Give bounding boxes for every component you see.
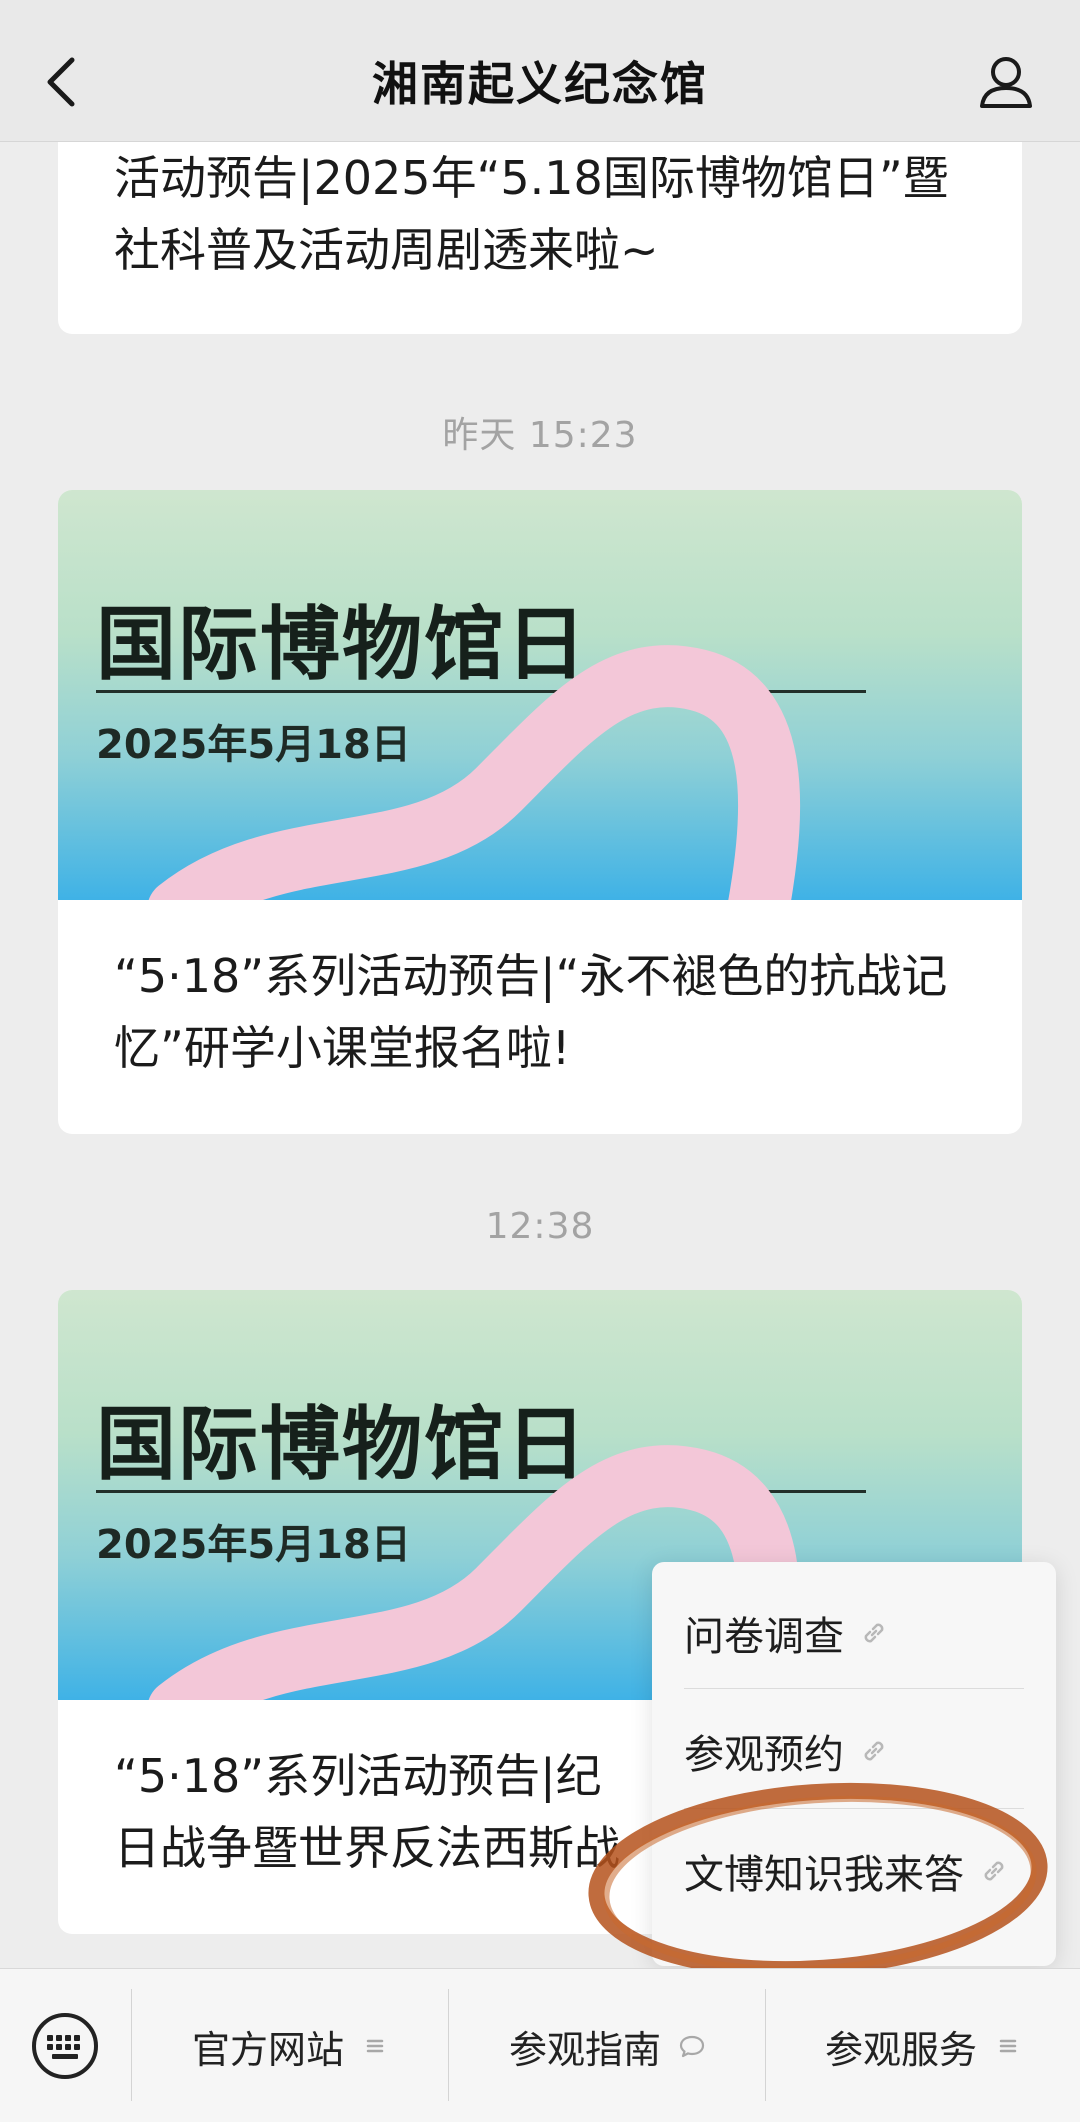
menu-divider <box>684 1808 1024 1809</box>
menu-label: 官方网站 <box>191 2027 344 2072</box>
submenu-popup: 问卷调查 参观预约 文博知识我来答 <box>652 1562 1056 1966</box>
profile-button[interactable] <box>976 52 1036 112</box>
header-bar: 湘南起义纪念馆 <box>0 0 1080 142</box>
link-icon <box>864 1623 884 1643</box>
ribbon-graphic <box>148 645 801 900</box>
menu-item-visit-booking[interactable]: 参观预约 <box>684 1692 1024 1810</box>
menu-visit-guide[interactable]: 参观指南 <box>449 1969 765 2122</box>
article-card[interactable]: 国际博物馆日 2025年5月18日 “5·18”系列活动预告|“永不褪色的抗战记… <box>58 490 1022 1134</box>
chat-bubble-icon <box>679 2035 705 2058</box>
article-title: 活动预告|2025年“5.18国际博物馆日”暨社科普及活动周剧透来啦~ <box>114 151 949 277</box>
menu-divider <box>684 1688 1024 1689</box>
list-icon <box>999 2039 1017 2053</box>
link-icon <box>864 1741 884 1761</box>
user-icon <box>980 57 1032 108</box>
link-icon <box>984 1861 1004 1881</box>
article-title: “5·18”系列活动预告|“永不褪色的抗战记忆”研学小课堂报名啦! <box>114 949 948 1075</box>
message-timestamp: 昨天 15:23 <box>442 415 638 456</box>
menu-label: 参观服务 <box>824 2027 977 2072</box>
menu-item-label: 问卷调查 <box>684 1614 844 1660</box>
menu-item-survey[interactable]: 问卷调查 <box>684 1574 1024 1692</box>
menu-item-knowledge-quiz[interactable]: 文博知识我来答 <box>684 1812 1024 1930</box>
menu-visit-services[interactable]: 参观服务 <box>766 1969 1080 2122</box>
keyboard-icon <box>32 2013 98 2079</box>
page-title: 湘南起义纪念馆 <box>372 57 708 111</box>
list-icon <box>366 2039 384 2053</box>
menu-official-website[interactable]: 官方网站 <box>132 1969 448 2122</box>
menu-item-label: 文博知识我来答 <box>684 1852 964 1898</box>
message-timestamp: 12:38 <box>485 1206 595 1247</box>
keyboard-toggle-button[interactable] <box>30 2011 100 2081</box>
menu-item-label: 参观预约 <box>684 1732 844 1778</box>
menu-label: 参观指南 <box>508 2027 661 2072</box>
bottom-menu-bar: 官方网站 参观指南 参观服务 <box>0 1968 1080 2122</box>
article-cover-image: 国际博物馆日 2025年5月18日 <box>58 490 1022 900</box>
